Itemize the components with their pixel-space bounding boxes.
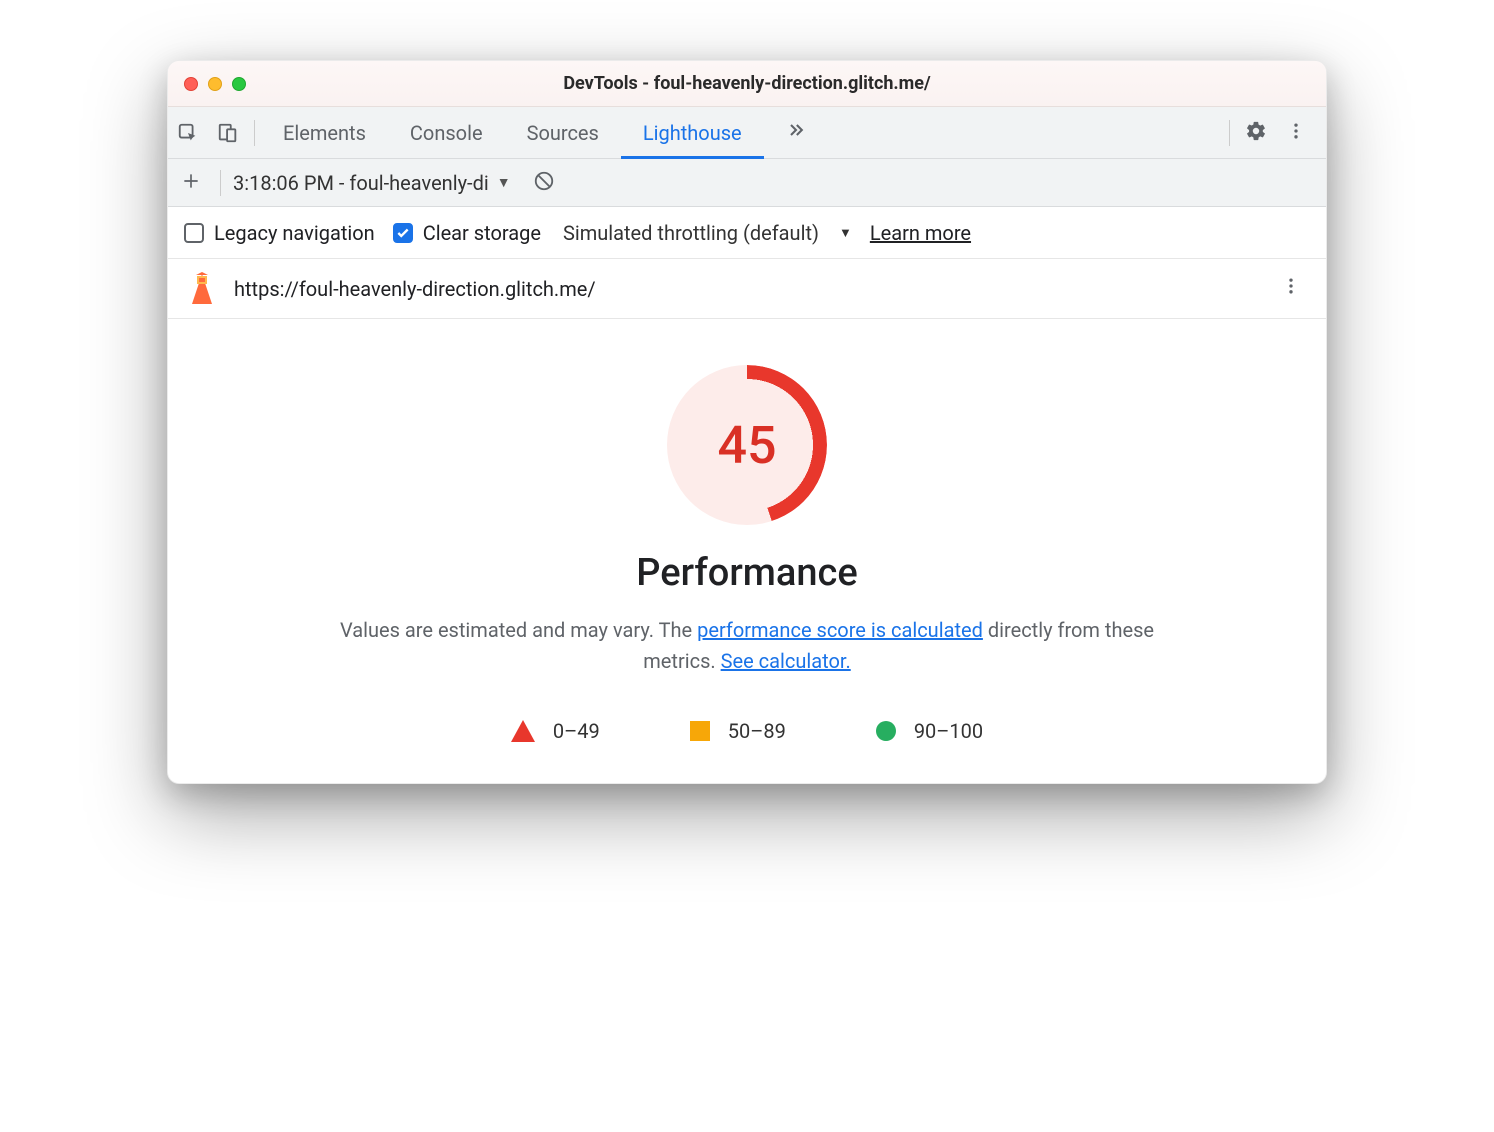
throttling-label: Simulated throttling (default) (563, 221, 819, 245)
clear-reports-button[interactable] (527, 170, 561, 196)
link-label: See calculator. (721, 649, 851, 673)
minimize-window-button[interactable] (208, 77, 222, 91)
score-legend: 0–49 50–89 90–100 (208, 719, 1286, 743)
report-url-row: https://foul-heavenly-direction.glitch.m… (168, 259, 1326, 319)
tab-label: Console (410, 121, 483, 145)
score-value: 45 (667, 365, 827, 525)
plus-icon (181, 171, 201, 195)
tab-lighthouse[interactable]: Lighthouse (621, 107, 764, 158)
tab-sources[interactable]: Sources (505, 107, 621, 158)
divider (1229, 120, 1230, 146)
titlebar: DevTools - foul-heavenly-direction.glitc… (168, 61, 1326, 107)
window-title: DevTools - foul-heavenly-direction.glitc… (168, 73, 1326, 94)
new-report-button[interactable] (174, 166, 208, 200)
chevron-down-icon: ▼ (839, 225, 852, 241)
gear-icon (1245, 120, 1267, 146)
score-gauge[interactable]: 45 (208, 365, 1286, 525)
more-options-button[interactable] (1276, 107, 1316, 158)
checkbox-checked-icon (393, 223, 413, 243)
link-label: performance score is calculated (697, 618, 983, 642)
tab-console[interactable]: Console (388, 107, 505, 158)
settings-button[interactable] (1236, 107, 1276, 158)
see-calculator-link[interactable]: See calculator. (721, 649, 851, 673)
report-selector[interactable]: 3:18:06 PM - foul-heavenly-di ▼ (233, 171, 511, 195)
lighthouse-toolbar: 3:18:06 PM - foul-heavenly-di ▼ (168, 159, 1326, 207)
chevron-down-icon: ▼ (497, 174, 511, 191)
option-label: Clear storage (423, 221, 541, 245)
legend-mid: 50–89 (690, 719, 786, 743)
zoom-window-button[interactable] (232, 77, 246, 91)
panel-tabs: Elements Console Sources Lighthouse (261, 107, 1223, 158)
devtools-window: DevTools - foul-heavenly-direction.glitc… (167, 60, 1327, 784)
report-url: https://foul-heavenly-direction.glitch.m… (234, 277, 596, 301)
more-tabs-button[interactable] (764, 107, 828, 158)
score-calc-link[interactable]: performance score is calculated (697, 618, 983, 642)
square-icon (690, 721, 710, 741)
triangle-icon (511, 720, 535, 742)
checkbox-unchecked-icon (184, 223, 204, 243)
kebab-icon (1281, 276, 1301, 301)
category-title: Performance (208, 551, 1286, 595)
legacy-navigation-option[interactable]: Legacy navigation (184, 221, 375, 245)
link-label: Learn more (870, 221, 971, 245)
window-controls (184, 77, 246, 91)
divider (220, 170, 221, 196)
text: Values are estimated and may vary. The (340, 618, 697, 642)
report-selector-label: 3:18:06 PM - foul-heavenly-di (233, 171, 489, 195)
lighthouse-report: 45 Performance Values are estimated and … (168, 319, 1326, 783)
lighthouse-icon (188, 272, 216, 306)
learn-more-link[interactable]: Learn more (870, 221, 971, 245)
legend-label: 50–89 (728, 719, 786, 743)
chevron-double-right-icon (786, 120, 806, 145)
throttling-selector[interactable]: Simulated throttling (default) ▼ (563, 221, 852, 245)
report-menu-button[interactable] (1276, 276, 1306, 301)
option-label: Legacy navigation (214, 221, 375, 245)
circle-icon (876, 721, 896, 741)
devtools-tabbar: Elements Console Sources Lighthouse (168, 107, 1326, 159)
tab-label: Sources (527, 121, 599, 145)
inspect-element-icon[interactable] (168, 107, 208, 158)
device-toolbar-icon[interactable] (208, 107, 248, 158)
tab-label: Elements (283, 121, 366, 145)
legend-label: 0–49 (553, 719, 600, 743)
lighthouse-options: Legacy navigation Clear storage Simulate… (168, 207, 1326, 259)
prohibit-icon (533, 170, 555, 196)
clear-storage-option[interactable]: Clear storage (393, 221, 541, 245)
disclaimer-text: Values are estimated and may vary. The p… (322, 615, 1172, 677)
legend-bad: 0–49 (511, 719, 600, 743)
kebab-icon (1286, 121, 1306, 145)
divider (254, 120, 255, 146)
tab-elements[interactable]: Elements (261, 107, 388, 158)
legend-good: 90–100 (876, 719, 983, 743)
tab-label: Lighthouse (643, 121, 742, 145)
legend-label: 90–100 (914, 719, 983, 743)
close-window-button[interactable] (184, 77, 198, 91)
